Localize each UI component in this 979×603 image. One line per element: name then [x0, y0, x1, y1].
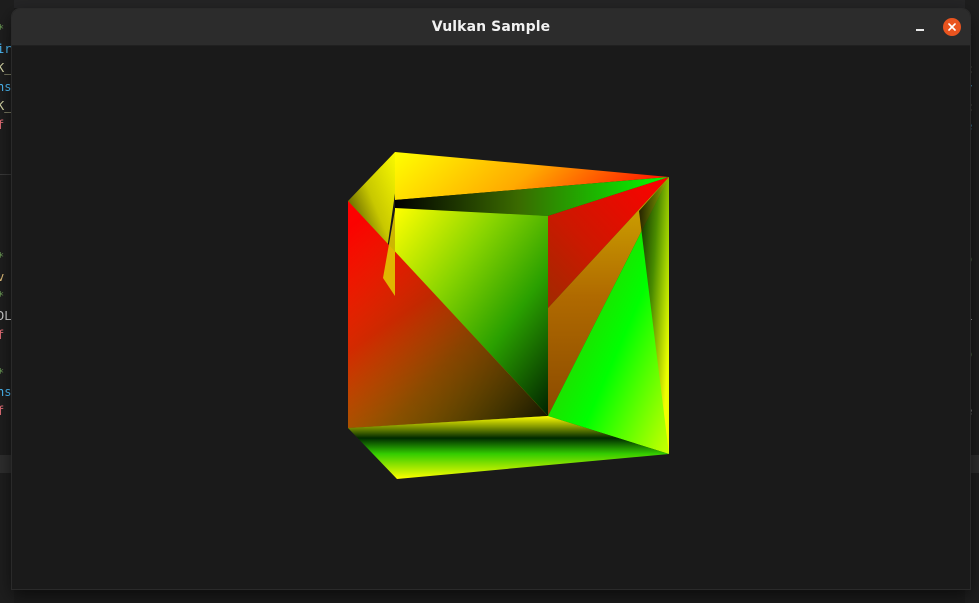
- window-titlebar[interactable]: Vulkan Sample: [12, 9, 970, 46]
- render-surface[interactable]: [12, 46, 970, 589]
- background-editor-tabbar: [0, 0, 979, 8]
- code-fragment: K_: [0, 99, 12, 113]
- code-fragment: f: [0, 328, 5, 342]
- code-fragment: K_: [0, 61, 12, 75]
- window-controls: [911, 17, 961, 37]
- vulkan-sample-window: Vulkan Sample: [12, 9, 970, 589]
- vulkan-viewport[interactable]: [12, 46, 970, 589]
- minimize-icon: [916, 29, 924, 31]
- code-fragment: v: [0, 270, 5, 284]
- minimize-button[interactable]: [911, 17, 929, 37]
- code-fragment: *: [0, 366, 4, 380]
- code-fragment: ns: [0, 385, 12, 399]
- code-fragment: f: [0, 404, 5, 418]
- close-button[interactable]: [943, 18, 961, 36]
- code-fragment: DL: [0, 309, 12, 323]
- code-fragment: ir: [0, 42, 12, 56]
- code-fragment: f: [0, 118, 5, 132]
- window-title: Vulkan Sample: [431, 19, 551, 35]
- code-fragment: *: [0, 250, 4, 264]
- rendered-cube: [348, 152, 669, 479]
- desktop-background: * ir K_ ns K_ f * v * DL f * ns f l c r …: [0, 0, 979, 603]
- code-fragment: *: [0, 289, 4, 303]
- code-fragment: *: [0, 22, 4, 36]
- close-icon: [948, 23, 956, 31]
- code-fragment: ns: [0, 80, 12, 94]
